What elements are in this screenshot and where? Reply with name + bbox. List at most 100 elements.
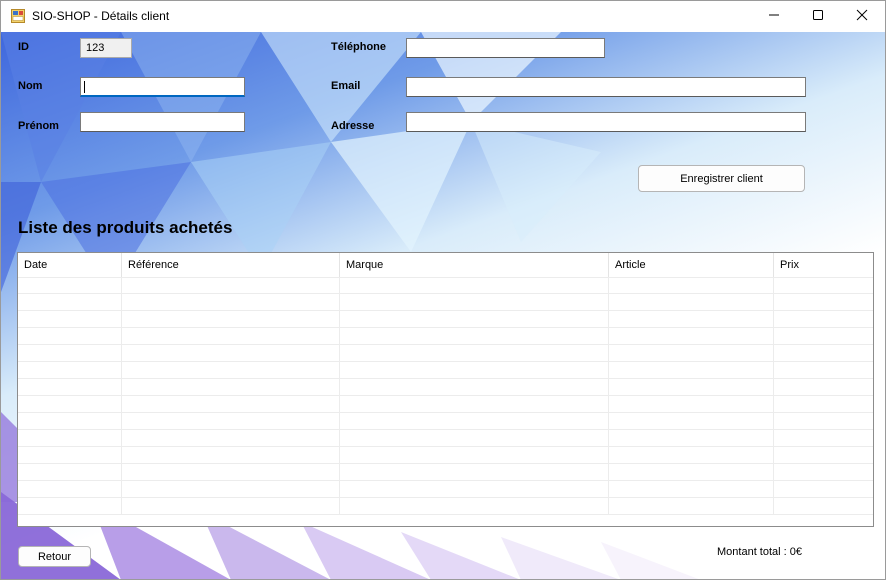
column-header-marque[interactable]: Marque — [340, 253, 609, 277]
table-cell — [122, 430, 340, 446]
table-cell — [340, 447, 609, 463]
table-row[interactable] — [18, 379, 873, 396]
table-cell — [18, 362, 122, 378]
nom-label: Nom — [18, 80, 43, 92]
table-cell — [609, 345, 774, 361]
table-cell — [609, 278, 774, 294]
column-header-prix[interactable]: Prix — [774, 253, 873, 277]
table-cell — [609, 481, 774, 497]
table-cell — [340, 379, 609, 395]
table-cell — [122, 278, 340, 294]
table-cell — [18, 396, 122, 412]
table-cell — [774, 328, 873, 344]
back-button[interactable]: Retour — [18, 546, 91, 567]
purchases-table[interactable]: Date Référence Marque Article Prix — [17, 252, 874, 527]
email-label: Email — [331, 80, 361, 92]
table-cell — [340, 430, 609, 446]
table-row[interactable] — [18, 447, 873, 464]
table-cell — [122, 328, 340, 344]
table-cell — [609, 430, 774, 446]
table-cell — [340, 464, 609, 480]
table-row[interactable] — [18, 294, 873, 311]
table-row[interactable] — [18, 311, 873, 328]
table-cell — [340, 396, 609, 412]
window-title: SIO-SHOP - Détails client — [32, 9, 170, 23]
table-row[interactable] — [18, 481, 873, 498]
table-cell — [774, 278, 873, 294]
table-row[interactable] — [18, 362, 873, 379]
table-cell — [122, 481, 340, 497]
column-header-date[interactable]: Date — [18, 253, 122, 277]
table-cell — [774, 294, 873, 310]
purchases-title: Liste des produits achetés — [18, 218, 233, 237]
table-row[interactable] — [18, 277, 873, 294]
table-cell — [18, 447, 122, 463]
table-cell — [609, 294, 774, 310]
table-cell — [340, 311, 609, 327]
table-cell — [609, 447, 774, 463]
table-row[interactable] — [18, 430, 873, 447]
table-cell — [122, 345, 340, 361]
table-cell — [18, 328, 122, 344]
nom-field[interactable] — [80, 77, 245, 97]
table-cell — [340, 294, 609, 310]
email-field[interactable] — [406, 77, 806, 97]
table-cell — [18, 430, 122, 446]
minimize-icon — [768, 9, 780, 24]
table-cell — [774, 413, 873, 429]
table-row[interactable] — [18, 464, 873, 481]
table-cell — [18, 294, 122, 310]
telephone-field[interactable] — [406, 38, 605, 58]
table-row[interactable] — [18, 498, 873, 515]
table-cell — [18, 311, 122, 327]
id-label: ID — [18, 41, 29, 53]
total-amount: Montant total : 0€ — [717, 546, 802, 558]
table-row[interactable] — [18, 345, 873, 362]
table-cell — [774, 498, 873, 514]
telephone-label: Téléphone — [331, 41, 387, 53]
table-cell — [340, 345, 609, 361]
minimize-button[interactable] — [751, 1, 797, 32]
id-field[interactable]: 123 — [80, 38, 132, 58]
table-cell — [340, 278, 609, 294]
table-header: Date Référence Marque Article Prix — [18, 253, 873, 277]
table-cell — [122, 362, 340, 378]
column-header-reference[interactable]: Référence — [122, 253, 340, 277]
table-body — [18, 277, 873, 515]
column-header-article[interactable]: Article — [609, 253, 774, 277]
prenom-field[interactable] — [80, 112, 245, 132]
table-cell — [609, 379, 774, 395]
table-cell — [774, 481, 873, 497]
maximize-button[interactable] — [795, 1, 841, 32]
maximize-icon — [812, 9, 824, 24]
table-cell — [609, 464, 774, 480]
table-cell — [340, 413, 609, 429]
table-cell — [340, 362, 609, 378]
save-client-button[interactable]: Enregistrer client — [638, 165, 805, 192]
adresse-field[interactable] — [406, 112, 806, 132]
table-cell — [122, 379, 340, 395]
table-cell — [18, 379, 122, 395]
table-cell — [609, 498, 774, 514]
prenom-label: Prénom — [18, 120, 59, 132]
table-cell — [609, 362, 774, 378]
table-cell — [774, 396, 873, 412]
table-cell — [122, 413, 340, 429]
app-window: SIO-SHOP - Détails client ID 123 Nom Pré… — [0, 0, 886, 580]
close-button[interactable] — [839, 1, 885, 32]
table-cell — [774, 311, 873, 327]
table-cell — [18, 498, 122, 514]
table-cell — [774, 379, 873, 395]
form-client-area: ID 123 Nom Prénom Téléphone Email Adress… — [1, 32, 885, 579]
table-row[interactable] — [18, 396, 873, 413]
text-caret — [84, 81, 85, 93]
table-cell — [609, 328, 774, 344]
close-icon — [856, 9, 868, 24]
title-bar[interactable]: SIO-SHOP - Détails client — [1, 1, 885, 32]
table-cell — [774, 464, 873, 480]
app-icon — [11, 9, 25, 23]
table-cell — [18, 278, 122, 294]
table-row[interactable] — [18, 328, 873, 345]
table-row[interactable] — [18, 413, 873, 430]
table-cell — [122, 396, 340, 412]
